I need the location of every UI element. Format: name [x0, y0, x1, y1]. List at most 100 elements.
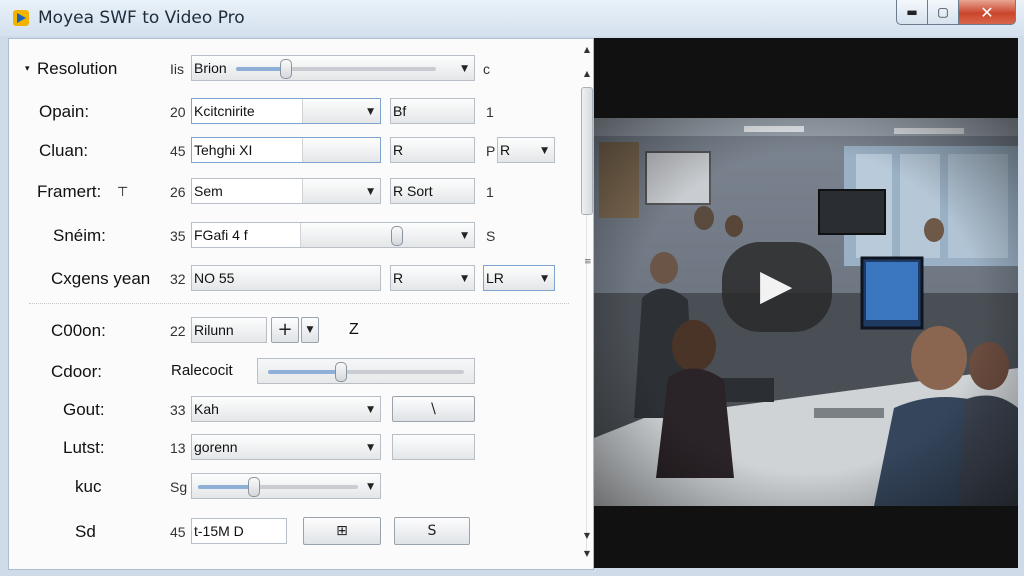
scroll-down-icon-2[interactable]: ▼: [580, 549, 594, 563]
gout-button-label: \: [431, 401, 436, 417]
cdoor-slider[interactable]: [257, 358, 475, 384]
cdoor-slider-track: [268, 362, 464, 382]
framert-field2[interactable]: R Sort: [390, 178, 475, 204]
chevron-down-icon: ▼: [461, 274, 468, 284]
video-preview[interactable]: ▶: [594, 38, 1018, 568]
c00on-increment-button[interactable]: +: [271, 317, 299, 343]
cluan-value: Tehghi XI: [194, 142, 253, 158]
cluan-input[interactable]: Tehghi XI: [191, 137, 381, 163]
sd-label: Sd: [75, 522, 96, 541]
resolution-label: Resolution: [37, 59, 118, 78]
row-cxgens: Cxgens yean 32 NO 55 R ▼ LR ▼: [9, 263, 579, 293]
gout-button[interactable]: \: [392, 396, 475, 422]
cxgens-label: Cxgens yean: [51, 269, 151, 288]
opain-num: 20: [170, 104, 186, 120]
cxgens-select3[interactable]: LR ▼: [483, 265, 555, 291]
sneim-slider-track: [302, 226, 442, 246]
cdoor-label: Cdoor:: [51, 362, 103, 381]
kuc-label: kuc: [75, 477, 102, 496]
row-sneim: Snéim: 35 FGafi 4 f ▼ S: [9, 220, 579, 250]
cluan-field2[interactable]: R: [390, 137, 475, 163]
chevron-down-icon: ▼: [367, 443, 374, 453]
lutst-num: 13: [170, 440, 186, 456]
scroll-up-icon[interactable]: ▲: [580, 45, 594, 59]
section-divider: [29, 303, 569, 304]
c00on-value: Rilunn: [194, 322, 234, 338]
play-button[interactable]: ▶: [722, 242, 832, 332]
c00on-num: 22: [170, 323, 186, 339]
sneim-slider-thumb[interactable]: [391, 226, 404, 246]
maximize-button[interactable]: ▢: [928, 0, 959, 25]
opain-select[interactable]: Kcitcnirite ▼: [191, 98, 381, 124]
row-opain: Opain: 20 Kcitcnirite ▼ Bf 1: [9, 96, 579, 126]
lutst-field2[interactable]: [392, 434, 475, 460]
row-cdoor: Cdoor: Ralecocit: [9, 356, 579, 386]
collapse-icon[interactable]: ▾: [25, 63, 30, 74]
lutst-value: gorenn: [194, 439, 238, 455]
framert-suffix: ⊤: [117, 184, 129, 199]
chevron-down-icon: ▼: [541, 274, 548, 284]
sd-button-1[interactable]: ⊞: [303, 517, 381, 545]
cluan-select3[interactable]: R ▼: [497, 137, 555, 163]
row-lutst: Lutst: 13 gorenn ▼: [9, 432, 579, 462]
row-resolution: ▾ Resolution Iis Brion ▼ c: [9, 53, 579, 83]
c00on-dropdown-button[interactable]: ▼: [301, 317, 319, 343]
resolution-end: c: [483, 61, 490, 77]
cxgens-value: NO 55: [194, 270, 235, 286]
opain-field2-value: Bf: [393, 103, 407, 119]
framert-label: Framert:: [37, 182, 102, 201]
sd-input[interactable]: t-15M D: [191, 518, 287, 544]
opain-field2[interactable]: Bf: [390, 98, 475, 124]
chevron-down-icon: ▼: [367, 482, 374, 492]
minimize-button[interactable]: ▬: [896, 0, 928, 25]
cxgens-select3-value: LR: [486, 270, 504, 286]
kuc-slider-thumb[interactable]: [248, 477, 260, 497]
resolution-slider-thumb[interactable]: [280, 59, 292, 79]
app-logo-icon: [13, 10, 29, 26]
title-bar: Moyea SWF to Video Pro ▬ ▢ ✕: [0, 0, 1024, 36]
close-button[interactable]: ✕: [959, 0, 1016, 25]
row-kuc: kuc Sg ▼: [9, 471, 579, 501]
maximize-icon: ▢: [937, 5, 949, 19]
grid-icon: ⊞: [336, 523, 348, 539]
chevron-down-icon: ▼: [461, 231, 468, 241]
lutst-select[interactable]: gorenn ▼: [191, 434, 381, 460]
gout-select[interactable]: Kah ▼: [191, 396, 381, 422]
cxgens-num: 32: [170, 271, 186, 287]
cdoor-value: Ralecocit: [171, 362, 233, 379]
sneim-select[interactable]: FGafi 4 f ▼: [191, 222, 475, 248]
row-cluan: Cluan: 45 Tehghi XI R P R ▼: [9, 135, 579, 165]
cluan-select3-value: R: [500, 142, 511, 158]
cxgens-select2[interactable]: R ▼: [390, 265, 475, 291]
row-c00on: C00on: 22 Rilunn + ▼ Z: [9, 315, 579, 345]
gout-num: 33: [170, 402, 186, 418]
kuc-slider-track: [198, 477, 358, 497]
cluan-field2-value: R: [393, 142, 404, 158]
gout-label: Gout:: [63, 400, 105, 419]
framert-select[interactable]: Sem ▼: [191, 178, 381, 204]
cluan-label: Cluan:: [39, 141, 89, 160]
scroll-up-icon-2[interactable]: ▲: [580, 69, 594, 83]
c00on-field[interactable]: Rilunn: [191, 317, 267, 343]
chevron-down-icon: ▼: [367, 187, 374, 197]
chevron-down-icon: ▼: [367, 107, 374, 117]
resolution-select[interactable]: Brion ▼: [191, 55, 475, 81]
chevron-down-icon: ▼: [367, 405, 374, 415]
cxgens-select2-value: R: [393, 270, 404, 286]
row-sd: Sd 45 t-15M D ⊞ S: [9, 516, 579, 546]
scroll-thumb[interactable]: [581, 87, 593, 215]
kuc-num: Sg: [170, 479, 188, 495]
kuc-select[interactable]: ▼: [191, 473, 381, 499]
minimize-icon: ▬: [906, 5, 918, 19]
lutst-label: Lutst:: [63, 438, 105, 457]
chevron-down-icon: ▼: [461, 64, 468, 74]
vertical-scrollbar[interactable]: ▲ ▲ ≡ ▼ ▼: [580, 45, 594, 563]
cxgens-field[interactable]: NO 55: [191, 265, 381, 291]
resolution-value: Brion: [194, 60, 227, 76]
scroll-down-icon[interactable]: ▼: [580, 531, 594, 545]
c00on-end: Z: [349, 321, 359, 338]
scroll-grip-icon: ≡: [584, 257, 592, 267]
cdoor-slider-thumb[interactable]: [334, 362, 347, 382]
framert-end: 1: [486, 184, 494, 200]
sd-button-2[interactable]: S: [394, 517, 470, 545]
